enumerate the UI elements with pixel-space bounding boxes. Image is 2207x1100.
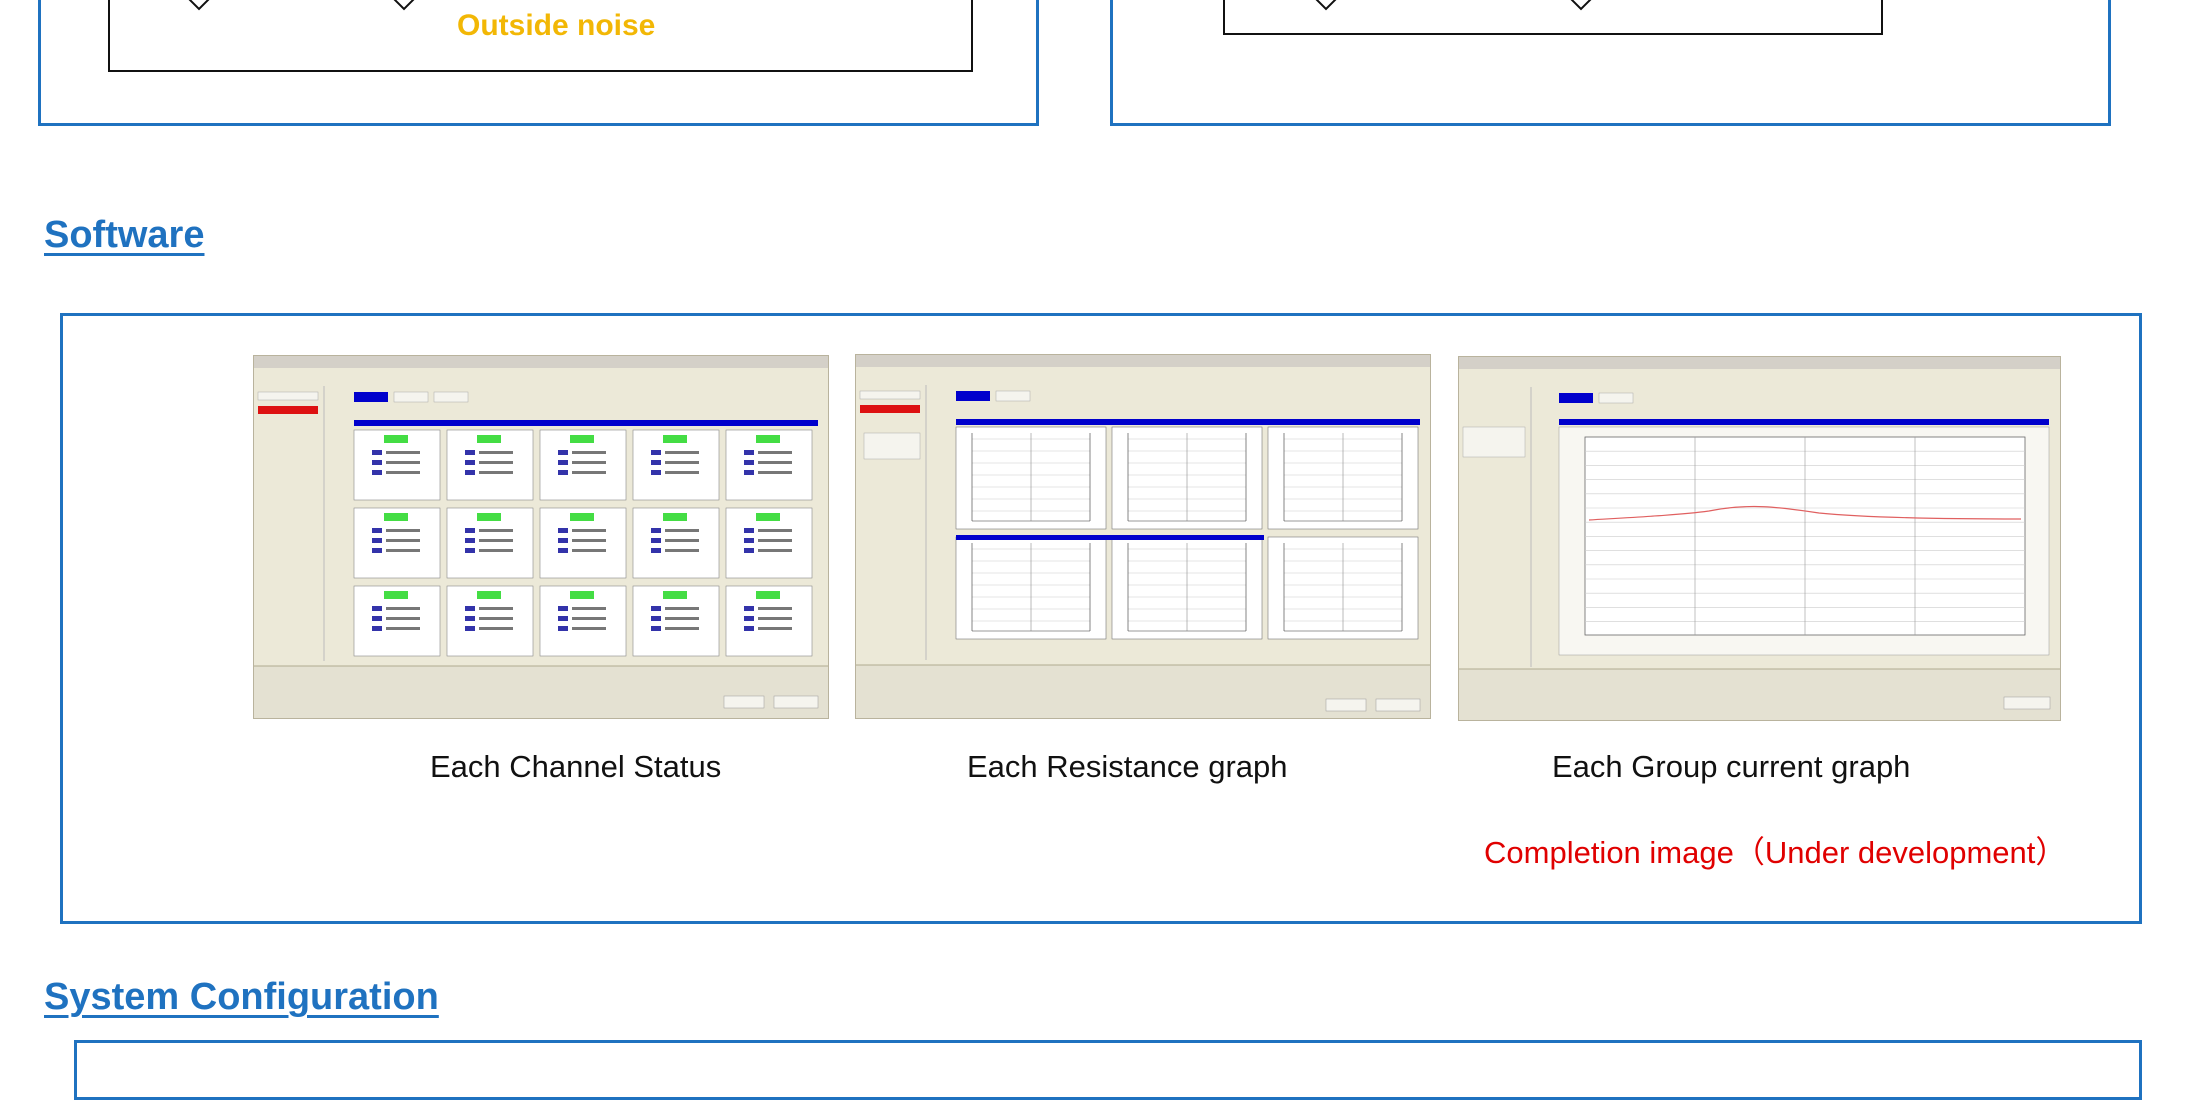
diagram-frame-left: Outside noise xyxy=(38,0,1039,126)
diagram-frame-right xyxy=(1110,0,2111,126)
channel-status-caption: Each Channel Status xyxy=(430,749,722,784)
resistance-graph-caption: Each Resistance graph xyxy=(967,749,1288,784)
channel-status-image xyxy=(254,356,828,718)
outside-noise-label: Outside noise xyxy=(457,9,656,42)
channel-status-screenshot xyxy=(253,355,829,719)
resistance-graph-grid xyxy=(955,426,1419,640)
chevron-down-icon xyxy=(188,0,210,11)
group-current-graph-screenshot xyxy=(1458,356,2061,721)
chevron-down-icon xyxy=(1570,0,1592,11)
channel-status-grid xyxy=(353,429,813,657)
completion-note: Completion image（Under development） xyxy=(1484,835,2067,870)
resistance-graph-image xyxy=(856,355,1430,718)
chevron-down-icon xyxy=(393,0,415,11)
software-heading-link[interactable]: Software xyxy=(44,214,204,257)
chevron-down-icon xyxy=(1315,0,1337,11)
system-configuration-frame xyxy=(74,1040,2142,1100)
group-current-graph-image xyxy=(1459,357,2060,720)
system-configuration-heading-link[interactable]: System Configuration xyxy=(44,976,439,1019)
resistance-graph-screenshot xyxy=(855,354,1431,719)
group-current-graph-caption: Each Group current graph xyxy=(1552,749,1911,784)
